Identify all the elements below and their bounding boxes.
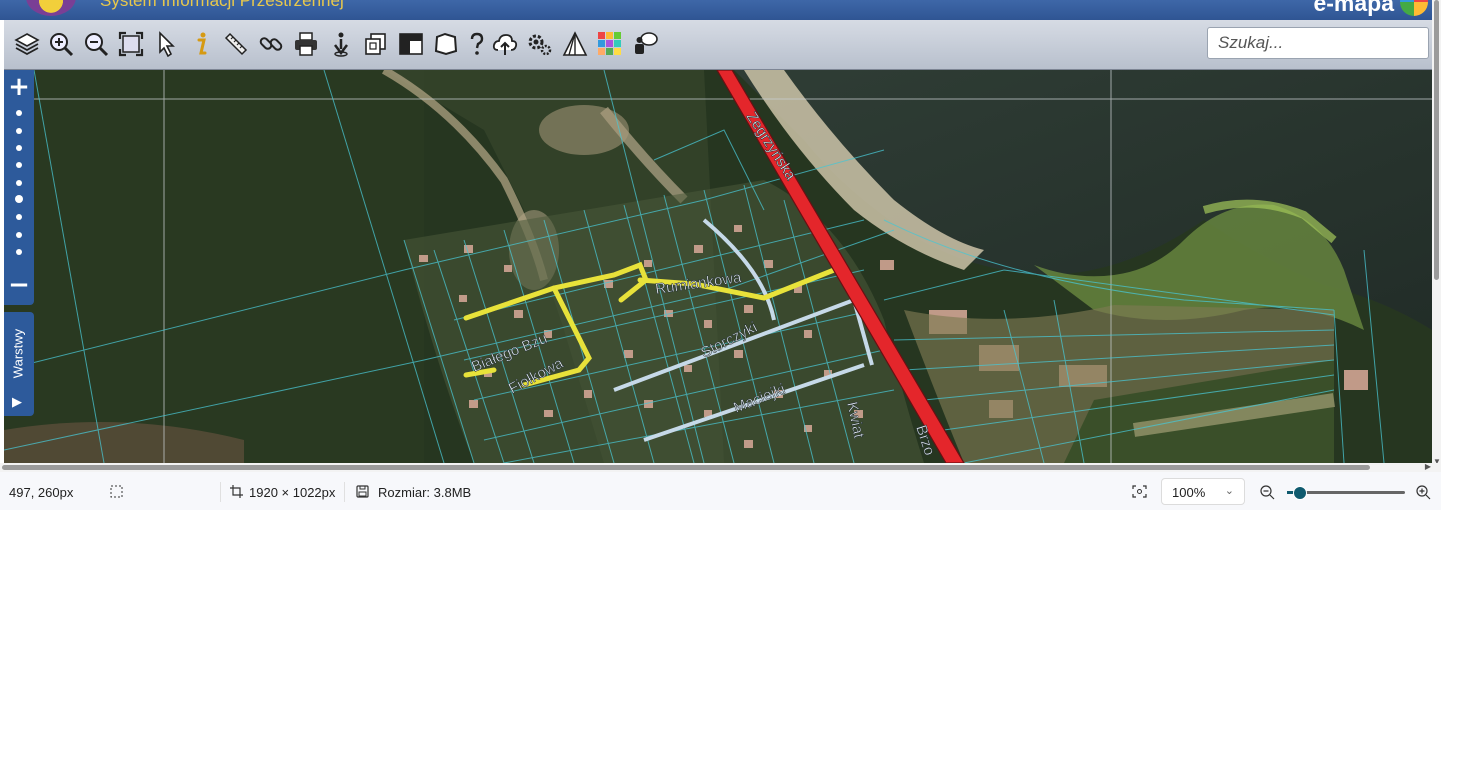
street-label: Fiołkowa [506,354,567,397]
zoom-control: + − [4,70,34,305]
zoom-slider[interactable] [1287,486,1405,500]
system-title: System Informacji Przestrzennej [100,0,344,10]
help-icon[interactable] [462,29,492,59]
zoom-level-dot[interactable] [16,249,22,255]
zoom-level-dot[interactable] [16,232,22,238]
street-label: Kwiat [843,400,867,440]
zoom-level-dot[interactable] [16,214,22,220]
selection-icon [110,485,123,501]
app-logo [26,0,76,16]
map-view[interactable]: Zegrzyńska Rumiankowa Białego Bzu Fiołko… [4,70,1432,463]
scrollbar-thumb[interactable] [1434,0,1439,280]
street-label: Maciejki [731,381,788,417]
link-icon[interactable] [256,29,286,59]
zoom-level-current[interactable] [15,195,23,203]
area-icon[interactable] [431,29,461,59]
fit-view-icon[interactable] [1132,485,1147,501]
divider [344,482,345,502]
chat-icon[interactable] [630,29,660,59]
scrollbar-thumb[interactable] [2,465,1370,470]
app-header: System Informacji Przestrzennej e-mapa [0,0,1432,20]
layers-icon[interactable] [12,29,42,59]
street-label: Zegrzyńska [743,109,800,184]
search-input[interactable] [1207,27,1429,59]
brand-logo-icon [1400,0,1428,16]
zoom-level-dot[interactable] [16,180,22,186]
expand-arrow-icon: ▶ [12,394,22,409]
color-grid-icon[interactable] [595,29,625,59]
chevron-down-icon: ⌄ [1224,485,1234,497]
divider [220,482,221,502]
settings-gears-icon[interactable] [525,29,555,59]
zoom-out-icon[interactable] [81,29,111,59]
copy-icon[interactable] [361,29,391,59]
file-size: Rozmiar: 3.8MB [378,485,472,500]
map-toolbar [4,20,1432,70]
zoom-in-button[interactable]: + [4,72,34,102]
dimensions-icon [230,485,243,501]
image-dimensions: 1920 × 1022px [249,485,336,500]
identify-pin-icon[interactable] [326,29,356,59]
street-label: Brzo [912,423,938,458]
cloud-upload-icon[interactable] [490,29,520,59]
street-label: Storczyki [698,319,760,362]
status-bar: 497, 260px 1920 × 1022px Rozmiar: 3.8MB … [0,472,1441,510]
layout-icon[interactable] [396,29,426,59]
print-icon[interactable] [291,29,321,59]
save-disk-icon [356,485,369,501]
measure-ruler-icon[interactable] [221,29,251,59]
scroll-right-icon[interactable]: ▶ [1425,462,1431,471]
full-extent-icon[interactable] [116,29,146,59]
zoom-level-dot[interactable] [16,145,22,151]
horizontal-scrollbar[interactable]: ▶ [0,462,1441,472]
layers-tab-label: Warstwy [10,328,26,379]
zoom-value: 100% [1172,485,1206,500]
cursor-position: 497, 260px [9,485,74,500]
zoom-select[interactable]: 100% ⌄ [1161,478,1245,505]
zoom-level-dot[interactable] [16,162,22,168]
street-label: Rumiankowa [654,269,743,298]
street-labels: Zegrzyńska Rumiankowa Białego Bzu Fiołko… [469,109,938,458]
vertical-scrollbar[interactable]: ▼ [1432,0,1441,468]
select-arrow-icon[interactable] [151,29,181,59]
brand-name: e-mapa [1313,0,1394,16]
zoom-slider-handle[interactable] [1292,486,1307,500]
zoom-out-button[interactable]: − [4,270,34,300]
zoom-level-dot[interactable] [16,110,22,116]
zoom-in-icon[interactable] [46,29,76,59]
triangle-icon[interactable] [560,29,590,59]
layers-panel-tab[interactable]: Warstwy ▶ [4,312,34,416]
zoom-in-small-icon[interactable] [1416,485,1431,503]
zoom-level-dot[interactable] [16,128,22,134]
zoom-out-small-icon[interactable] [1260,485,1275,503]
info-icon[interactable] [186,29,216,59]
